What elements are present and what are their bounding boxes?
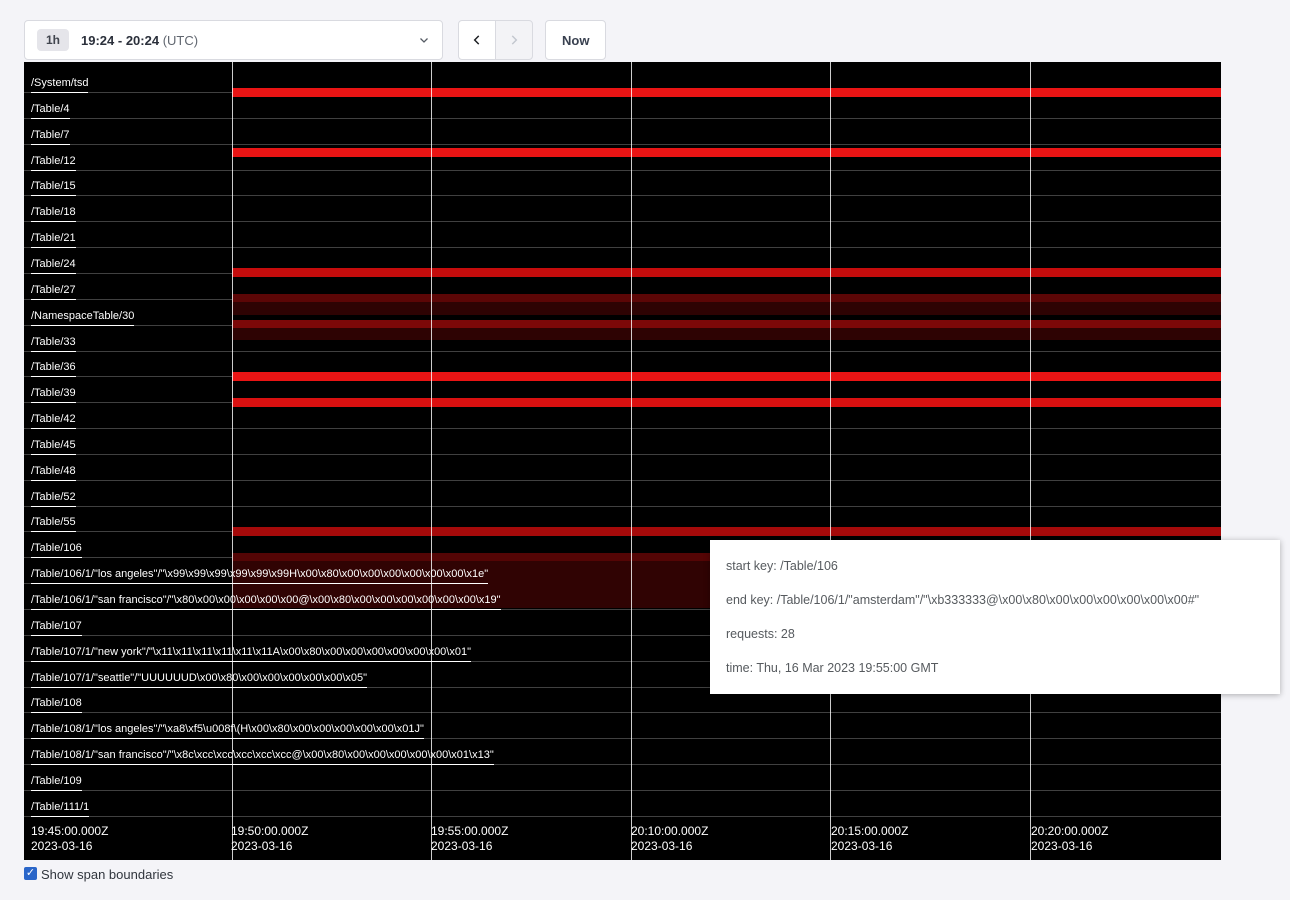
- span-key-label: /Table/24: [31, 258, 76, 274]
- heat-band: [232, 88, 1221, 97]
- span-key-label: /Table/106/1/"san francisco"/"\x80\x00\x…: [31, 594, 501, 610]
- span-boundary-line: [24, 506, 1221, 507]
- heat-band: [232, 268, 1221, 277]
- span-key-label: /Table/12: [31, 155, 76, 171]
- span-boundary-line: [24, 351, 1221, 352]
- span-key-label: /Table/33: [31, 336, 76, 352]
- key-visualizer-page: { "toolbar": { "range_badge": "1h", "ran…: [0, 0, 1290, 900]
- span-key-label: /Table/111/1: [31, 801, 89, 817]
- time-gridline: [431, 62, 432, 860]
- span-key-label: /Table/52: [31, 491, 76, 507]
- span-key-label: /Table/7: [31, 129, 70, 145]
- span-key-label: /Table/27: [31, 284, 76, 300]
- span-key-label: /Table/108/1/"san francisco"/"\x8c\xcc\x…: [31, 749, 494, 765]
- span-boundary-line: [24, 480, 1221, 481]
- span-key-label: /System/tsd: [31, 77, 88, 93]
- span-key-label: /NamespaceTable/30: [31, 310, 134, 326]
- span-boundary-line: [24, 144, 1221, 145]
- span-key-label: /Table/21: [31, 232, 76, 248]
- time-range-selector[interactable]: 1h 19:24 - 20:24 (UTC): [24, 20, 443, 60]
- span-key-label: /Table/106: [31, 542, 82, 558]
- span-boundary-line: [24, 816, 1221, 817]
- time-axis-label: 19:55:00.000Z2023-03-16: [431, 824, 508, 854]
- now-button[interactable]: Now: [545, 20, 606, 60]
- heat-band: [232, 328, 1221, 340]
- span-key-label: /Table/42: [31, 413, 76, 429]
- span-key-label: /Table/55: [31, 516, 76, 532]
- span-boundary-line: [24, 247, 1221, 248]
- tooltip-line: requests: 28: [710, 617, 1280, 651]
- span-key-label: /Table/4: [31, 103, 70, 119]
- canvas-footer: ✓ Show span boundaries: [24, 867, 173, 882]
- show-span-boundaries-label: Show span boundaries: [41, 867, 173, 882]
- span-key-label: /Table/108/1/"los angeles"/"\xa8\xf5\u00…: [31, 723, 424, 739]
- span-boundary-line: [24, 712, 1221, 713]
- show-span-boundaries-checkbox[interactable]: ✓: [24, 867, 37, 880]
- next-range-button[interactable]: [495, 20, 533, 60]
- prev-range-button[interactable]: [458, 20, 496, 60]
- span-key-label: /Table/109: [31, 775, 82, 791]
- span-key-label: /Table/39: [31, 387, 76, 403]
- span-key-label: /Table/106/1/"los angeles"/"\x99\x99\x99…: [31, 568, 488, 584]
- span-key-label: /Table/48: [31, 465, 76, 481]
- span-key-label: /Table/107: [31, 620, 82, 636]
- span-boundary-line: [24, 221, 1221, 222]
- span-boundary-line: [24, 170, 1221, 171]
- time-gridline: [232, 62, 233, 860]
- heat-band: [232, 372, 1221, 381]
- chevron-right-icon: [507, 33, 521, 47]
- span-boundary-line: [24, 118, 1221, 119]
- time-gridline: [1030, 62, 1031, 860]
- span-key-label: /Table/18: [31, 206, 76, 222]
- span-boundary-line: [24, 790, 1221, 791]
- span-key-label: /Table/108: [31, 697, 82, 713]
- time-axis-label: 20:15:00.000Z2023-03-16: [831, 824, 908, 854]
- key-visualizer-canvas[interactable]: /System/tsd/Table/4/Table/7/Table/12/Tab…: [24, 62, 1221, 860]
- hover-tooltip: start key: /Table/106end key: /Table/106…: [710, 540, 1280, 694]
- heat-band: [232, 148, 1221, 157]
- time-gridline: [830, 62, 831, 860]
- span-key-label: /Table/36: [31, 361, 76, 377]
- span-key-label: /Table/15: [31, 180, 76, 196]
- span-boundary-line: [24, 428, 1221, 429]
- span-key-label: /Table/45: [31, 439, 76, 455]
- heat-band: [232, 398, 1221, 407]
- chevron-down-icon: [418, 34, 430, 46]
- time-toolbar: 1h 19:24 - 20:24 (UTC) Now: [24, 20, 606, 60]
- chevron-left-icon: [470, 33, 484, 47]
- heat-band: [232, 527, 1221, 536]
- span-boundary-line: [24, 454, 1221, 455]
- time-axis-label: 19:45:00.000Z2023-03-16: [31, 824, 108, 854]
- span-key-label: /Table/107/1/"seattle"/"UUUUUUD\x00\x80\…: [31, 672, 367, 688]
- range-time-text: 19:24 - 20:24: [81, 33, 159, 48]
- heat-band: [232, 294, 1221, 302]
- heat-band: [232, 320, 1221, 328]
- time-axis-label: 20:10:00.000Z2023-03-16: [631, 824, 708, 854]
- time-gridline: [631, 62, 632, 860]
- tooltip-line: start key: /Table/106: [710, 549, 1280, 583]
- heat-band: [232, 302, 1221, 315]
- tooltip-line: time: Thu, 16 Mar 2023 19:55:00 GMT: [710, 651, 1280, 685]
- range-duration-badge: 1h: [37, 29, 69, 51]
- range-nav-group: [458, 20, 533, 60]
- span-boundary-line: [24, 195, 1221, 196]
- range-timezone-text: (UTC): [163, 33, 198, 48]
- span-key-label: /Table/107/1/"new york"/"\x11\x11\x11\x1…: [31, 646, 471, 662]
- tooltip-line: end key: /Table/106/1/"amsterdam"/"\xb33…: [710, 583, 1280, 617]
- time-axis-label: 19:50:00.000Z2023-03-16: [231, 824, 308, 854]
- time-axis-label: 20:20:00.000Z2023-03-16: [1031, 824, 1108, 854]
- range-text: 19:24 - 20:24 (UTC): [81, 33, 198, 48]
